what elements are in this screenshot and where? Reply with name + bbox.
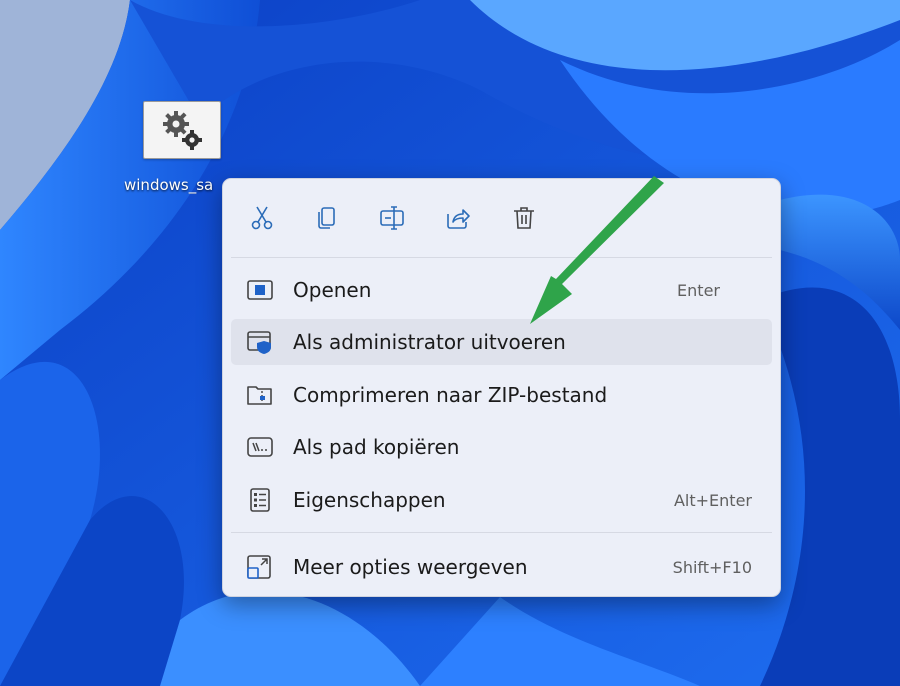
copy-path-icon <box>247 437 273 457</box>
menu-item-compress-zip[interactable]: Comprimeren naar ZIP-bestand <box>231 372 772 418</box>
open-icon <box>247 280 273 300</box>
context-menu-toolbar <box>223 179 780 259</box>
cut-icon <box>251 206 273 230</box>
menu-item-label: Meer opties weergeven <box>293 555 528 579</box>
delete-icon <box>514 207 534 229</box>
menu-item-run-as-admin[interactable]: Als administrator uitvoeren <box>231 319 772 365</box>
share-icon <box>447 209 470 229</box>
menu-item-copy-as-path[interactable]: Als pad kopiëren <box>231 424 772 470</box>
copy-button[interactable] <box>308 199 346 237</box>
context-menu: Openen Enter Als administrator uitvoeren… <box>222 178 781 597</box>
rename-icon <box>380 206 404 230</box>
menu-item-open[interactable]: Openen Enter <box>231 267 772 313</box>
menu-item-properties[interactable]: Eigenschappen Alt+Enter <box>231 477 772 523</box>
share-button[interactable] <box>439 199 477 237</box>
copy-icon <box>318 207 335 229</box>
menu-item-label: Als pad kopiëren <box>293 435 460 459</box>
menu-item-more-options[interactable]: Meer opties weergeven Shift+F10 <box>231 544 772 590</box>
gears-icon <box>163 111 202 150</box>
desktop-file-icon[interactable] <box>143 101 221 159</box>
menu-item-label: Als administrator uitvoeren <box>293 330 566 354</box>
toolbar-divider <box>231 257 772 258</box>
desktop-file-label: windows_sa <box>124 176 214 194</box>
shield-window-icon <box>247 331 271 354</box>
cut-button[interactable] <box>243 199 281 237</box>
delete-button[interactable] <box>505 199 543 237</box>
menu-item-shortcut: Alt+Enter <box>673 491 752 510</box>
properties-icon <box>250 488 270 512</box>
menu-item-label: Eigenschappen <box>293 488 446 512</box>
zip-folder-icon <box>247 386 272 405</box>
rename-button[interactable] <box>374 199 412 237</box>
menu-divider <box>231 532 772 533</box>
menu-item-label: Comprimeren naar ZIP-bestand <box>293 383 608 407</box>
menu-item-label: Openen <box>293 278 372 302</box>
more-options-icon <box>247 555 271 579</box>
menu-item-shortcut: Enter <box>677 281 720 300</box>
menu-item-shortcut: Shift+F10 <box>672 558 752 577</box>
